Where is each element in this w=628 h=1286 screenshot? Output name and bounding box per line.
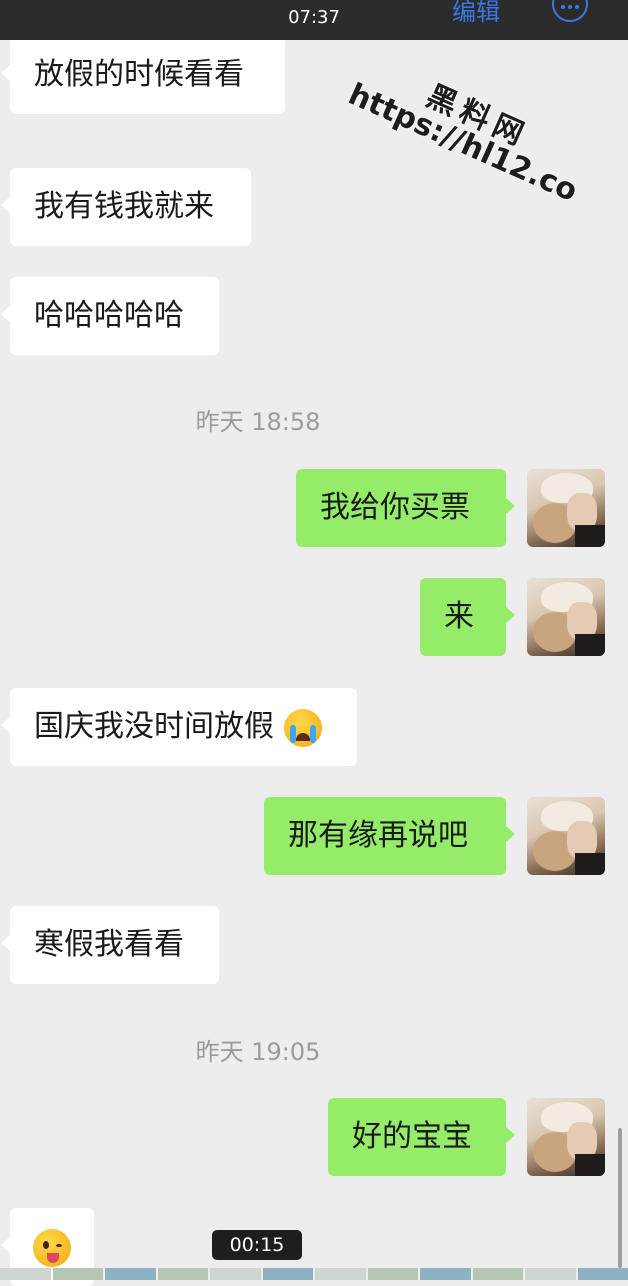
filmstrip-frame[interactable] [315,1268,366,1280]
message-text: 好的宝宝 [352,1119,472,1154]
winking-face-with-tongue-icon [33,1229,71,1267]
filmstrip-frame[interactable] [105,1268,156,1280]
filmstrip-frame[interactable] [210,1268,261,1280]
message-bubble-sent[interactable]: 来 [420,578,506,656]
filmstrip-frame[interactable] [525,1268,576,1280]
avatar[interactable] [527,469,605,547]
message-text: 国庆我没时间放假 [34,709,274,744]
message-bubble-received[interactable]: 哈哈哈哈哈 [10,277,219,355]
scrollbar[interactable] [618,1128,622,1268]
message-text: 来 [444,599,474,634]
edit-button[interactable]: 编辑 [452,0,500,27]
filmstrip-frame[interactable] [578,1268,628,1280]
status-time: 07:37 [0,7,628,28]
filmstrip-frame[interactable] [420,1268,471,1280]
filmstrip-frame[interactable] [53,1268,104,1280]
avatar[interactable] [527,1098,605,1176]
message-bubble-sent[interactable]: 那有缘再说吧 [264,797,506,875]
filmstrip-frame[interactable] [263,1268,314,1280]
avatar[interactable] [527,578,605,656]
message-text: 放假的时候看看 [34,57,244,92]
avatar[interactable] [527,797,605,875]
message-bubble-received[interactable]: 我有钱我就来 [10,168,251,246]
filmstrip-frame[interactable] [473,1268,524,1280]
loudly-crying-face-icon [284,709,322,747]
filmstrip-frame[interactable] [0,1268,51,1280]
timestamp: 昨天 18:58 [0,402,516,437]
status-bar: 07:37 编辑 [0,0,628,40]
message-bubble-received[interactable]: 放假的时候看看 [10,36,285,114]
message-bubble-sent[interactable]: 好的宝宝 [328,1098,506,1176]
message-text: 我有钱我就来 [34,189,214,224]
message-bubble-received[interactable]: 寒假我看看 [10,906,219,984]
message-text: 哈哈哈哈哈 [34,298,184,333]
filmstrip-frame[interactable] [158,1268,209,1280]
video-filmstrip[interactable] [0,1268,628,1280]
video-duration: 00:15 [212,1230,302,1260]
message-text: 寒假我看看 [34,927,184,962]
message-text: 那有缘再说吧 [288,818,468,853]
message-bubble-received[interactable]: 国庆我没时间放假 [10,688,357,766]
timestamp: 昨天 19:05 [0,1032,516,1067]
filmstrip-frame[interactable] [368,1268,419,1280]
message-text: 我给你买票 [320,490,470,525]
message-bubble-sent[interactable]: 我给你买票 [296,469,506,547]
